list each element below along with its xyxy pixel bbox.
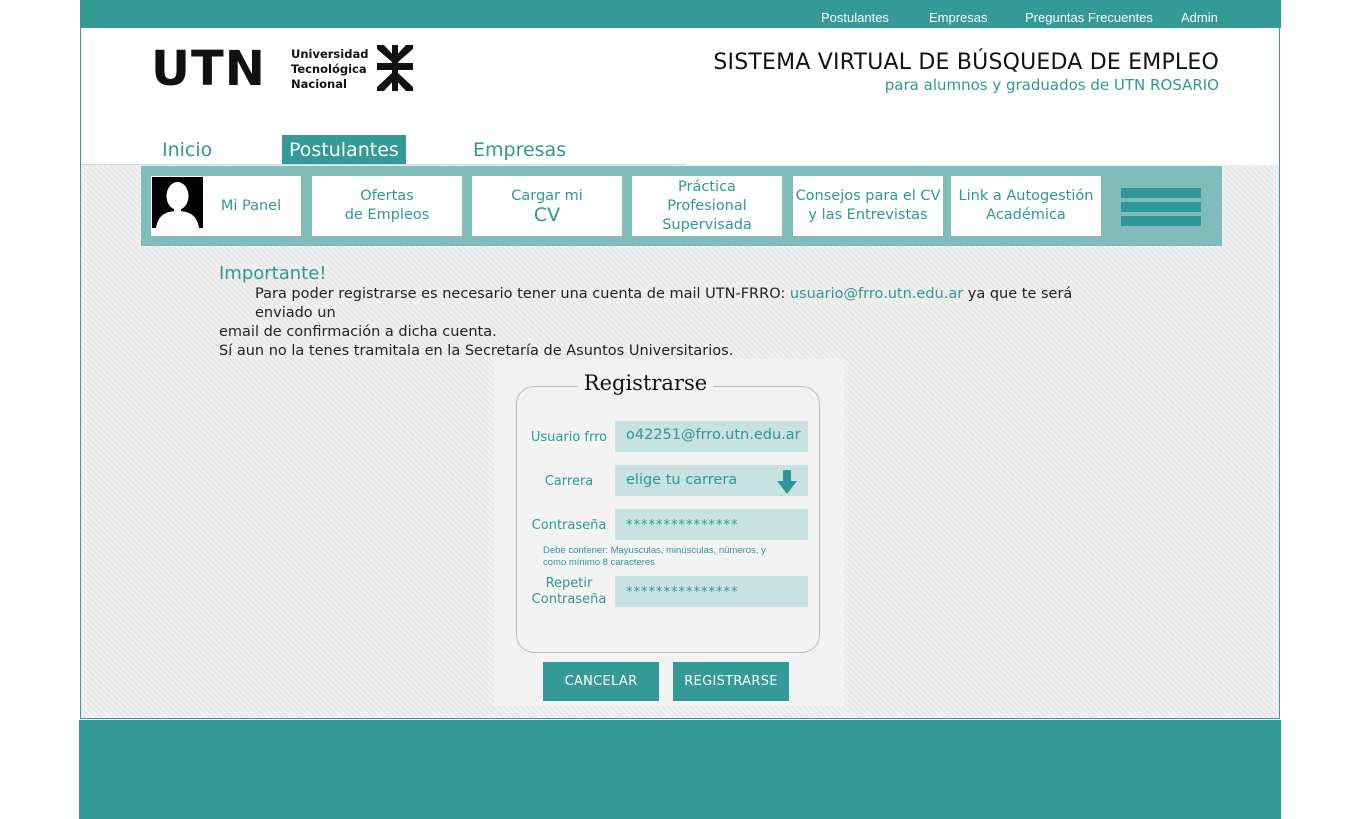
menu-hamburger-icon[interactable] [1121, 188, 1201, 226]
user-avatar-icon [152, 177, 203, 228]
subnav-consejos-line2: y las Entrevistas [808, 207, 928, 223]
sub-navigation: Mi Panel Ofertas de Empleos Cargar mi CV… [141, 166, 1222, 246]
notice-text-3: email de confirmación a dicha cuenta. [219, 324, 497, 340]
notice-email: usuario@frro.utn.edu.ar [789, 286, 964, 302]
notice-heading: Importante! [219, 263, 327, 284]
repeat-label-line2: Contraseña [531, 592, 607, 607]
top-nav-faq[interactable]: Preguntas Frecuentes [1025, 10, 1153, 25]
register-form: Registrarse Usuario frro o42251@frro.utn… [494, 359, 844, 706]
top-nav-empresas[interactable]: Empresas [929, 10, 988, 25]
subnav-practica-line3: Supervisada [662, 216, 752, 233]
logo-fullname: Universidad Tecnológica Nacional [291, 47, 368, 92]
password-hint-2: como mínimo 8 caracteres [543, 557, 655, 568]
subnav-ofertas-line1: Ofertas [360, 188, 414, 204]
subnav-mi-panel-label: Mi Panel [220, 197, 282, 214]
top-nav-bar: Postulantes Empresas Preguntas Frecuente… [81, 0, 1281, 28]
password-hint: Debe contener: Mayusculas, minúsculas, n… [543, 545, 803, 569]
site-title-block: SISTEMA VIRTUAL DE BÚSQUEDA DE EMPLEO pa… [713, 50, 1219, 94]
footer [79, 720, 1281, 819]
password-input[interactable]: *************** [615, 509, 808, 540]
user-input[interactable]: o42251@frro.utn.edu.ar [615, 421, 808, 452]
notice-text-1: Para poder registrarse es necesario tene… [255, 286, 786, 302]
tab-inicio[interactable]: Inicio [155, 135, 219, 165]
career-select[interactable]: elige tu carrera [615, 465, 808, 496]
subnav-consejos-line1: Consejos para el CV [795, 188, 941, 204]
subnav-practica-line2: Profesional [667, 197, 747, 214]
logo-line-2: Tecnológica [291, 62, 367, 76]
logo-acronym: UTN [151, 41, 266, 97]
repeat-password-label: Repetir Contraseña [529, 576, 609, 608]
arrow-down-icon [777, 470, 797, 494]
logo-line-3: Nacional [291, 77, 347, 91]
subnav-consejos[interactable]: Consejos para el CV y las Entrevistas [793, 176, 943, 236]
tab-empresas[interactable]: Empresas [466, 135, 573, 165]
subnav-practica-line1: Práctica [678, 178, 736, 195]
repeat-password-input[interactable]: *************** [615, 576, 808, 607]
subnav-ofertas[interactable]: Ofertas de Empleos [312, 176, 462, 236]
subnav-link-line1: Link a Autogestión [958, 188, 1094, 204]
user-label: Usuario frro [530, 430, 608, 445]
password-hint-1: Debe contener: Mayusculas, minúsculas, n… [543, 545, 766, 556]
password-label: Contraseña [531, 518, 607, 533]
tab-postulantes[interactable]: Postulantes [282, 135, 406, 165]
logo-line-1: Universidad [291, 47, 369, 61]
top-nav-postulantes[interactable]: Postulantes [821, 10, 889, 25]
important-notice: Importante! Para poder registrarse es ne… [219, 264, 1119, 361]
subnav-mi-panel[interactable]: Mi Panel [151, 176, 301, 236]
notice-line-1: Para poder registrarse es necesario tene… [219, 285, 1119, 323]
header: UTN Universidad Tecnológica Nacional SIS… [81, 28, 1279, 165]
top-nav-admin[interactable]: Admin [1181, 10, 1218, 25]
repeat-label-line1: Repetir [545, 576, 593, 591]
site-subtitle: para alumnos y graduados de UTN ROSARIO [884, 76, 1219, 94]
site-title: SISTEMA VIRTUAL DE BÚSQUEDA DE EMPLEO [713, 50, 1219, 75]
page-frame: Postulantes Empresas Preguntas Frecuente… [80, 0, 1281, 719]
utn-emblem-icon [377, 45, 413, 91]
subnav-cargar-cv[interactable]: Cargar mi CV [472, 176, 622, 236]
register-title: Registrarse [578, 371, 713, 395]
subnav-practica[interactable]: Práctica Profesional Supervisada [632, 176, 782, 236]
career-select-value: elige tu carrera [626, 472, 738, 488]
utn-logo[interactable]: UTN Universidad Tecnológica Nacional [151, 45, 416, 93]
main-content: Mi Panel Ofertas de Empleos Cargar mi CV… [81, 165, 1279, 718]
subnav-autogestion[interactable]: Link a Autogestión Académica [951, 176, 1101, 236]
subnav-cargar-line2: CV [533, 204, 561, 226]
subnav-link-line2: Académica [986, 207, 1066, 223]
cancel-button[interactable]: CANCELAR [543, 662, 659, 701]
register-button[interactable]: REGISTRARSE [673, 662, 789, 701]
career-label: Carrera [544, 474, 594, 489]
subnav-ofertas-line2: de Empleos [344, 207, 430, 223]
